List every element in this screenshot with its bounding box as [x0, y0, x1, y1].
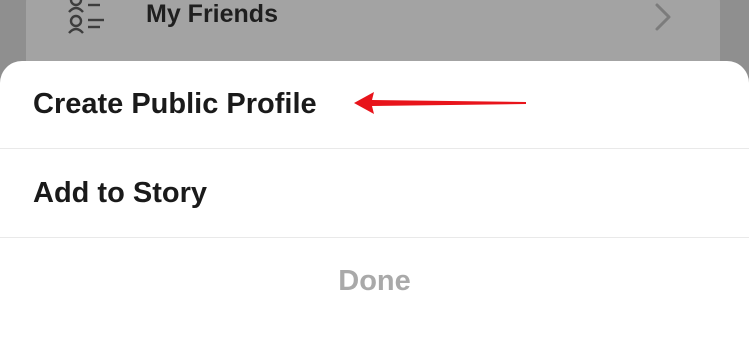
- chevron-right-icon: [652, 2, 674, 32]
- my-friends-label: My Friends: [146, 0, 278, 28]
- friends-list-icon: [68, 0, 108, 36]
- create-public-profile-label: Create Public Profile: [33, 88, 317, 120]
- done-button[interactable]: Done: [0, 238, 749, 325]
- done-label: Done: [338, 265, 411, 297]
- add-to-story-button[interactable]: Add to Story: [0, 149, 749, 237]
- red-arrow-icon: [352, 89, 528, 117]
- add-to-story-label: Add to Story: [33, 176, 207, 209]
